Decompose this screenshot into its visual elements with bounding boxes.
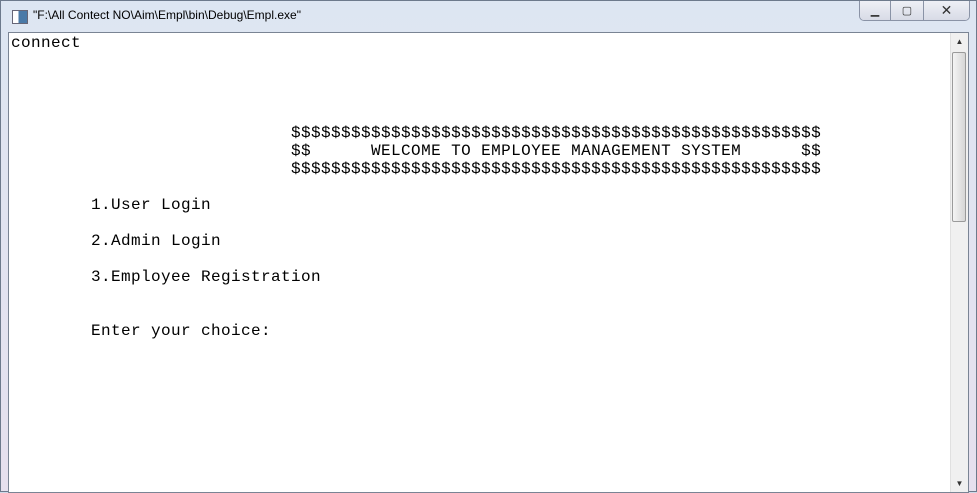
- console-line: 3.Employee Registration: [11, 268, 322, 286]
- minimize-button[interactable]: ▁: [860, 1, 890, 20]
- scroll-up-arrow-icon[interactable]: ▲: [951, 33, 968, 50]
- console-line: $$ WELCOME TO EMPLOYEE MANAGEMENT SYSTEM…: [11, 142, 822, 160]
- title-bar[interactable]: "F:\All Contect NO\Aim\Empl\bin\Debug\Em…: [1, 1, 976, 31]
- console-line: $$$$$$$$$$$$$$$$$$$$$$$$$$$$$$$$$$$$$$$$…: [11, 160, 822, 178]
- vertical-scrollbar[interactable]: ▲ ▼: [950, 33, 968, 492]
- console-line: $$$$$$$$$$$$$$$$$$$$$$$$$$$$$$$$$$$$$$$$…: [11, 124, 822, 142]
- console-line: connect: [11, 34, 82, 52]
- close-button[interactable]: ✕: [923, 1, 969, 20]
- console-line: 1.User Login: [11, 196, 212, 214]
- console-output-area[interactable]: connect $$$$$$$$$$$$$$$$$$$$$$$$$$$$$$$$…: [8, 32, 969, 493]
- window-title: "F:\All Contect NO\Aim\Empl\bin\Debug\Em…: [33, 8, 301, 22]
- console-line: 2.Admin Login: [11, 232, 222, 250]
- scroll-down-arrow-icon[interactable]: ▼: [951, 475, 968, 492]
- console-app-icon[interactable]: [12, 10, 28, 24]
- console-text: connect $$$$$$$$$$$$$$$$$$$$$$$$$$$$$$$$…: [11, 34, 821, 340]
- scroll-thumb[interactable]: [952, 52, 966, 222]
- console-window: "F:\All Contect NO\Aim\Empl\bin\Debug\Em…: [0, 0, 977, 493]
- window-controls: ▁ ▢ ✕: [859, 1, 970, 21]
- console-line: Enter your choice:: [11, 322, 272, 340]
- maximize-button[interactable]: ▢: [890, 1, 923, 20]
